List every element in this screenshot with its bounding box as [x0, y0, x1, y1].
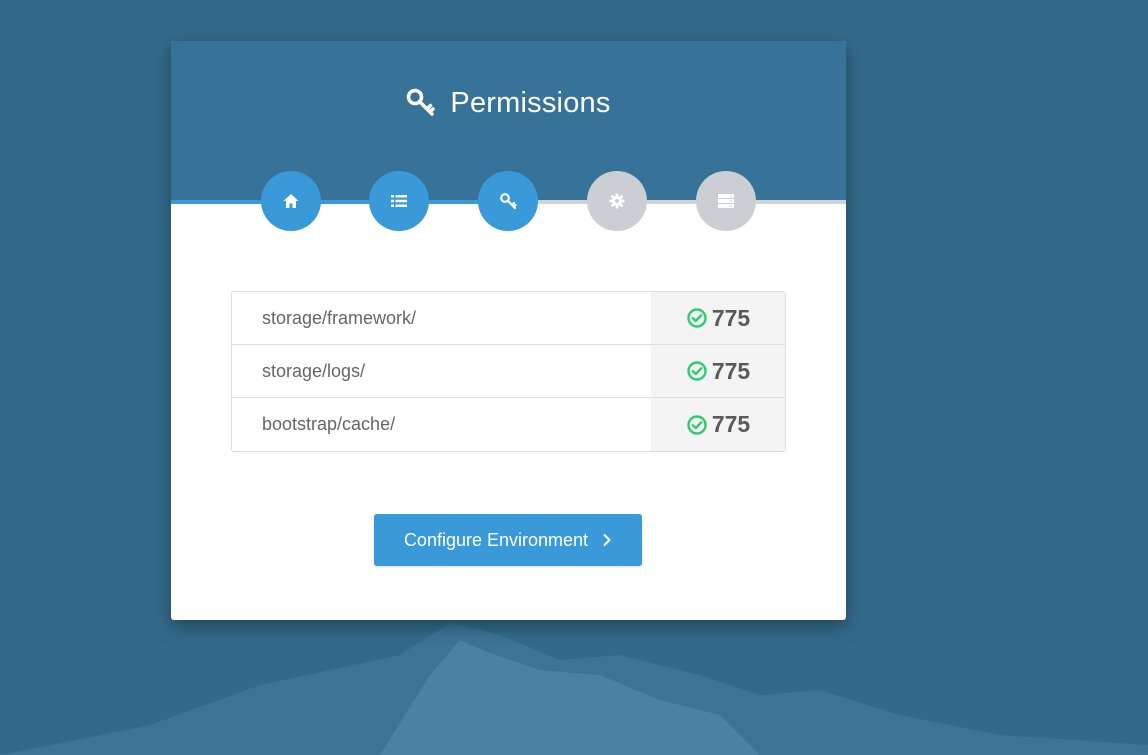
permission-path: storage/logs/: [262, 360, 366, 381]
check-circle-icon: [687, 414, 707, 435]
check-circle-icon: [687, 361, 707, 381]
page-title: Permissions: [171, 85, 846, 121]
permissions-table: storage/framework/ 775 storage/logs/ 775…: [231, 291, 786, 452]
permission-path: bootstrap/cache/: [262, 414, 396, 434]
step-database[interactable]: [696, 171, 756, 231]
configure-environment-label: Configure Environment: [403, 529, 589, 550]
permission-value: 775: [711, 411, 751, 437]
chevron-right-icon: [603, 534, 611, 546]
background-mountain: [0, 623, 1148, 755]
permission-path: storage/framework/: [262, 307, 417, 328]
permission-value: 775: [711, 304, 751, 331]
permission-value: 775: [711, 357, 751, 384]
permission-status: 775: [651, 398, 785, 451]
table-row: storage/framework/ 775: [232, 292, 785, 345]
key-icon: [407, 88, 436, 116]
step-welcome[interactable]: [261, 171, 321, 231]
step-environment[interactable]: [587, 171, 647, 231]
progress-track-complete: [171, 200, 508, 204]
table-row: storage/logs/ 775: [232, 345, 785, 398]
home-icon: [283, 194, 299, 208]
list-icon: [391, 195, 407, 207]
server-icon: [718, 194, 734, 208]
key-icon: [500, 193, 517, 210]
step-permissions[interactable]: [478, 171, 538, 231]
installer-card: Permissions storage/framework/ 775 stora…: [171, 41, 846, 620]
configure-environment-button[interactable]: Configure Environment: [374, 514, 642, 566]
progress-track-pending: [508, 200, 846, 204]
permission-status: 775: [651, 292, 785, 344]
check-circle-icon: [687, 308, 707, 328]
page-title-text: Permissions: [450, 86, 611, 119]
permission-status: 775: [651, 345, 785, 397]
step-requirements[interactable]: [369, 171, 429, 231]
gear-icon: [609, 193, 625, 209]
table-row: bootstrap/cache/ 775: [232, 398, 785, 451]
